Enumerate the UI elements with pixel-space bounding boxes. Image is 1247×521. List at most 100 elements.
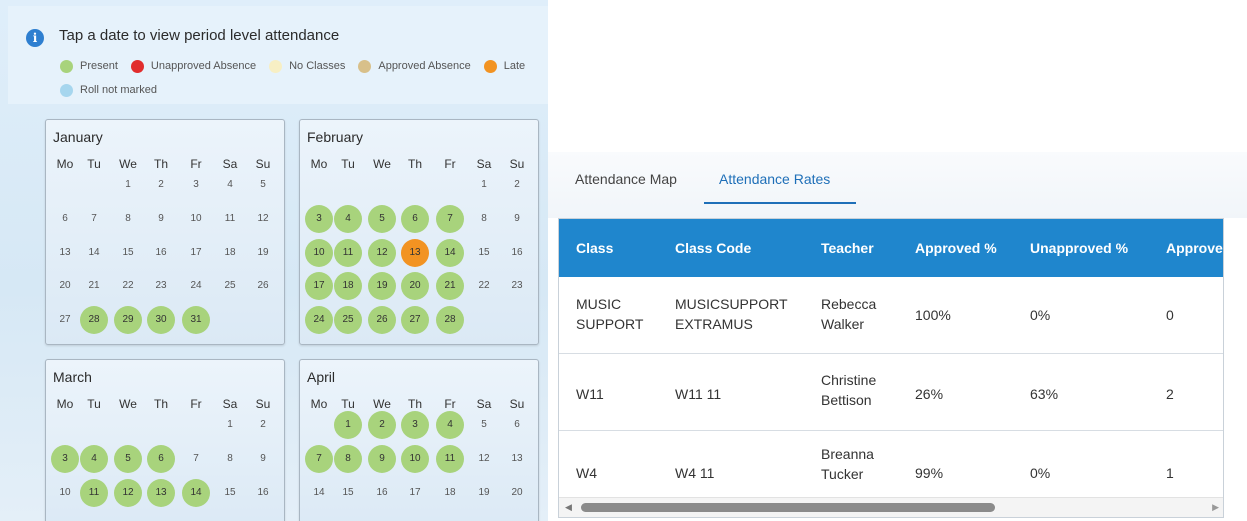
calendar-day[interactable]: 16 xyxy=(503,239,531,267)
column-header-class-code[interactable]: Class Code xyxy=(675,240,751,256)
calendar-day[interactable]: 5 xyxy=(114,445,142,473)
calendar-day[interactable]: 9 xyxy=(503,205,531,233)
calendar-day[interactable]: 21 xyxy=(436,272,464,300)
scroll-left-arrow-icon[interactable]: ◀ xyxy=(565,502,572,513)
calendar-day[interactable]: 6 xyxy=(51,205,79,233)
calendar-day[interactable]: 19 xyxy=(470,479,498,507)
calendar-day[interactable]: 11 xyxy=(80,479,108,507)
tab-attendance-map[interactable]: Attendance Map xyxy=(575,171,677,187)
calendar-day[interactable]: 17 xyxy=(305,272,333,300)
calendar-day[interactable]: 15 xyxy=(470,239,498,267)
calendar-day[interactable]: 10 xyxy=(305,239,333,267)
calendar-day[interactable]: 6 xyxy=(147,445,175,473)
calendar-day[interactable]: 13 xyxy=(147,479,175,507)
calendar-day[interactable]: 3 xyxy=(401,411,429,439)
calendar-day[interactable]: 26 xyxy=(249,272,277,300)
calendar-day[interactable]: 12 xyxy=(470,445,498,473)
calendar-day[interactable]: 9 xyxy=(147,205,175,233)
calendar-day[interactable]: 3 xyxy=(51,445,79,473)
scroll-right-arrow-icon[interactable]: ▶ xyxy=(1212,502,1219,513)
table-row[interactable]: MUSIC SUPPORT MUSICSUPPORT EXTRAMUS Rebe… xyxy=(559,277,1223,354)
calendar-day[interactable]: 4 xyxy=(80,445,108,473)
calendar-day[interactable]: 24 xyxy=(305,306,333,334)
calendar-day[interactable]: 11 xyxy=(334,239,362,267)
calendar-day[interactable]: 12 xyxy=(249,205,277,233)
calendar-day[interactable]: 1 xyxy=(470,171,498,199)
horizontal-scrollbar[interactable]: ◀ ▶ xyxy=(559,497,1223,517)
calendar-day[interactable]: 6 xyxy=(401,205,429,233)
calendar-day[interactable]: 18 xyxy=(216,239,244,267)
calendar-day[interactable]: 4 xyxy=(334,205,362,233)
calendar-day[interactable]: 7 xyxy=(182,445,210,473)
calendar-day[interactable]: 1 xyxy=(216,411,244,439)
table-row[interactable]: W11 W11 11 Christine Bettison 26% 63% 2 xyxy=(559,354,1223,431)
calendar-day[interactable]: 3 xyxy=(182,171,210,199)
scrollbar-thumb[interactable] xyxy=(581,503,995,512)
calendar-day[interactable]: 31 xyxy=(182,306,210,334)
calendar-day[interactable]: 7 xyxy=(80,205,108,233)
calendar-day[interactable]: 17 xyxy=(182,239,210,267)
calendar-day[interactable]: 27 xyxy=(51,306,79,334)
calendar-day[interactable]: 20 xyxy=(401,272,429,300)
calendar-day[interactable]: 27 xyxy=(401,306,429,334)
calendar-day[interactable]: 23 xyxy=(147,272,175,300)
calendar-day[interactable]: 22 xyxy=(470,272,498,300)
calendar-day[interactable]: 13 xyxy=(401,239,429,267)
calendar-day[interactable]: 6 xyxy=(503,411,531,439)
calendar-day[interactable]: 15 xyxy=(334,479,362,507)
calendar-day[interactable]: 10 xyxy=(51,479,79,507)
calendar-day[interactable]: 2 xyxy=(249,411,277,439)
calendar-day[interactable]: 18 xyxy=(334,272,362,300)
calendar-day[interactable]: 2 xyxy=(147,171,175,199)
calendar-day[interactable]: 20 xyxy=(503,479,531,507)
calendar-day[interactable]: 5 xyxy=(249,171,277,199)
calendar-day[interactable]: 14 xyxy=(305,479,333,507)
column-header-approved-pct[interactable]: Approved % xyxy=(915,240,997,256)
calendar-day[interactable]: 22 xyxy=(114,272,142,300)
calendar-day[interactable]: 2 xyxy=(368,411,396,439)
calendar-day[interactable]: 9 xyxy=(249,445,277,473)
calendar-day[interactable]: 16 xyxy=(249,479,277,507)
calendar-day[interactable]: 10 xyxy=(401,445,429,473)
calendar-day[interactable]: 8 xyxy=(334,445,362,473)
calendar-day[interactable]: 3 xyxy=(305,205,333,233)
calendar-day[interactable]: 29 xyxy=(114,306,142,334)
column-header-unapproved-pct[interactable]: Unapproved % xyxy=(1030,240,1128,256)
calendar-day[interactable]: 5 xyxy=(470,411,498,439)
calendar-day[interactable]: 1 xyxy=(114,171,142,199)
calendar-day[interactable]: 26 xyxy=(368,306,396,334)
calendar-day[interactable]: 8 xyxy=(216,445,244,473)
calendar-day[interactable]: 15 xyxy=(114,239,142,267)
calendar-day[interactable]: 16 xyxy=(368,479,396,507)
calendar-day[interactable]: 9 xyxy=(368,445,396,473)
calendar-day[interactable]: 23 xyxy=(503,272,531,300)
column-header-teacher[interactable]: Teacher xyxy=(821,240,874,256)
calendar-day[interactable]: 11 xyxy=(216,205,244,233)
calendar-day[interactable]: 16 xyxy=(147,239,175,267)
calendar-day[interactable]: 11 xyxy=(436,445,464,473)
calendar-day[interactable]: 20 xyxy=(51,272,79,300)
calendar-day[interactable]: 7 xyxy=(436,205,464,233)
calendar-day[interactable]: 21 xyxy=(80,272,108,300)
calendar-day[interactable]: 14 xyxy=(182,479,210,507)
calendar-day[interactable]: 12 xyxy=(114,479,142,507)
calendar-day[interactable]: 17 xyxy=(401,479,429,507)
calendar-day[interactable]: 25 xyxy=(216,272,244,300)
column-header-approved-count[interactable]: Approve xyxy=(1166,240,1223,256)
calendar-day[interactable]: 12 xyxy=(368,239,396,267)
calendar-day[interactable]: 30 xyxy=(147,306,175,334)
calendar-day[interactable]: 10 xyxy=(182,205,210,233)
calendar-day[interactable]: 19 xyxy=(249,239,277,267)
calendar-day[interactable]: 14 xyxy=(436,239,464,267)
calendar-day[interactable]: 8 xyxy=(470,205,498,233)
calendar-day[interactable]: 2 xyxy=(503,171,531,199)
calendar-day[interactable]: 5 xyxy=(368,205,396,233)
calendar-day[interactable]: 18 xyxy=(436,479,464,507)
calendar-day[interactable]: 14 xyxy=(80,239,108,267)
calendar-day[interactable]: 13 xyxy=(503,445,531,473)
calendar-day[interactable]: 24 xyxy=(182,272,210,300)
calendar-day[interactable]: 19 xyxy=(368,272,396,300)
calendar-day[interactable]: 1 xyxy=(334,411,362,439)
calendar-day[interactable]: 7 xyxy=(305,445,333,473)
calendar-day[interactable]: 4 xyxy=(216,171,244,199)
